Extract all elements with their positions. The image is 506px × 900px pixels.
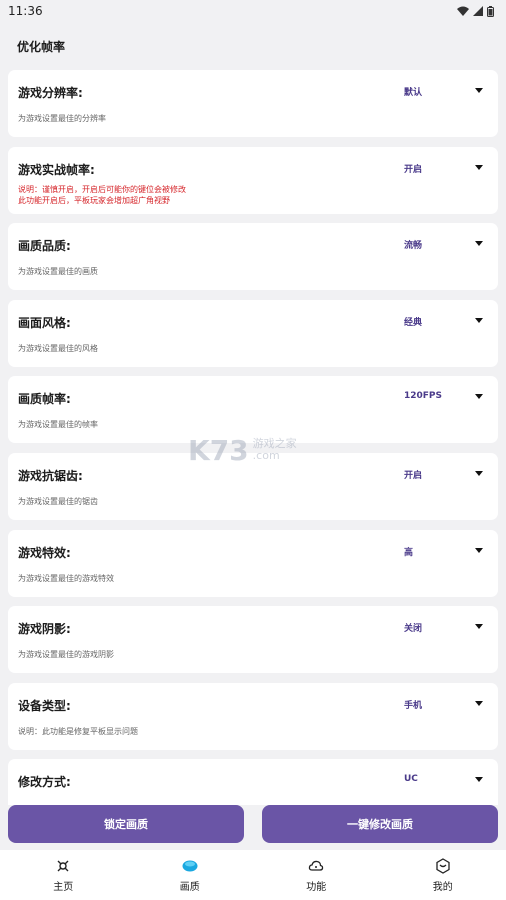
tab-profile[interactable]: 我的 bbox=[403, 857, 483, 893]
chevron-down-icon[interactable] bbox=[474, 162, 484, 172]
setting-warning: 说明：谨慎开启，开启后可能你的键位会被修改 此功能开启后，平板玩家会增加超广角视… bbox=[18, 184, 488, 206]
setting-value[interactable]: 关闭 bbox=[404, 621, 422, 634]
chevron-down-icon[interactable] bbox=[474, 621, 484, 631]
tab-label: 功能 bbox=[306, 881, 327, 893]
setting-effects[interactable]: 游戏特效: 为游戏设置最佳的游戏特效 高 bbox=[8, 529, 498, 597]
tab-function[interactable]: 功能 bbox=[276, 858, 356, 893]
setting-style[interactable]: 画面风格: 为游戏设置最佳的风格 经典 bbox=[8, 299, 498, 367]
chevron-down-icon[interactable] bbox=[474, 698, 484, 708]
status-bar: 11:36 bbox=[0, 0, 506, 22]
setting-antialiasing[interactable]: 游戏抗锯齿: 为游戏设置最佳的锯齿 开启 bbox=[8, 452, 498, 520]
chevron-down-icon[interactable] bbox=[474, 774, 484, 784]
status-time: 11:36 bbox=[8, 4, 43, 18]
setting-value[interactable]: 120FPS bbox=[404, 391, 442, 401]
bottom-tab-bar: 主页 画质 功能 我的 bbox=[0, 850, 506, 900]
setting-value[interactable]: 高 bbox=[404, 545, 413, 558]
tab-home[interactable]: 主页 bbox=[23, 858, 103, 893]
setting-resolution[interactable]: 游戏分辨率: 为游戏设置最佳的分辨率 默认 bbox=[8, 70, 498, 137]
setting-framerate[interactable]: 画质帧率: 为游戏设置最佳的帧率 120FPS bbox=[8, 376, 498, 444]
action-bar: 锁定画质 一键修改画质 bbox=[8, 805, 498, 843]
lock-quality-button[interactable]: 锁定画质 bbox=[8, 805, 244, 843]
setting-desc: 为游戏设置最佳的画质 bbox=[18, 267, 98, 277]
setting-combat-framerate[interactable]: 游戏实战帧率: 说明：谨慎开启，开启后可能你的键位会被修改 此功能开启后，平板玩… bbox=[8, 146, 498, 214]
setting-desc: 为游戏设置最佳的游戏特效 bbox=[18, 573, 114, 583]
tab-label: 画质 bbox=[179, 881, 200, 893]
setting-value[interactable]: 开启 bbox=[404, 162, 422, 175]
signal-icon bbox=[473, 6, 483, 16]
setting-value[interactable]: 流畅 bbox=[404, 238, 422, 251]
chevron-down-icon[interactable] bbox=[474, 545, 484, 555]
chevron-down-icon[interactable] bbox=[474, 238, 484, 248]
setting-shadow[interactable]: 游戏阴影: 为游戏设置最佳的游戏阴影 关闭 bbox=[8, 606, 498, 674]
setting-value[interactable]: 经典 bbox=[404, 315, 422, 328]
setting-quality[interactable]: 画质品质: 为游戏设置最佳的画质 流畅 bbox=[8, 223, 498, 291]
chevron-down-icon[interactable] bbox=[474, 391, 484, 401]
status-icons bbox=[457, 5, 494, 17]
setting-desc: 为游戏设置最佳的帧率 bbox=[18, 420, 98, 430]
battery-icon bbox=[487, 5, 494, 17]
setting-desc: 为游戏设置最佳的分辨率 bbox=[18, 114, 106, 123]
home-icon bbox=[57, 860, 69, 871]
tab-quality[interactable]: 画质 bbox=[150, 858, 230, 893]
chevron-down-icon[interactable] bbox=[474, 315, 484, 325]
setting-desc: 为游戏设置最佳的风格 bbox=[18, 343, 98, 353]
settings-list: 游戏分辨率: 为游戏设置最佳的分辨率 默认 游戏实战帧率: 说明：谨慎开启，开启… bbox=[8, 70, 498, 836]
function-icon bbox=[309, 860, 324, 871]
setting-value[interactable]: 默认 bbox=[404, 85, 422, 98]
warning-line-2: 此功能开启后，平板玩家会增加超广角视野 bbox=[18, 195, 170, 205]
setting-desc: 说明：此功能是修复平板显示问题 bbox=[18, 726, 138, 736]
chevron-down-icon[interactable] bbox=[474, 468, 484, 478]
warning-line-1: 说明：谨慎开启，开启后可能你的键位会被修改 bbox=[18, 184, 186, 194]
quality-icon bbox=[182, 860, 198, 871]
chevron-down-icon[interactable] bbox=[474, 85, 484, 95]
setting-device-type[interactable]: 设备类型: 说明：此功能是修复平板显示问题 手机 bbox=[8, 682, 498, 750]
setting-desc: 为游戏设置最佳的锯齿 bbox=[18, 496, 98, 506]
profile-icon bbox=[436, 857, 450, 874]
setting-value[interactable]: 手机 bbox=[404, 698, 422, 711]
tab-label: 主页 bbox=[53, 881, 74, 893]
setting-value[interactable]: 开启 bbox=[404, 468, 422, 481]
apply-quality-button[interactable]: 一键修改画质 bbox=[262, 805, 498, 843]
tab-label: 我的 bbox=[432, 881, 453, 893]
setting-desc: 为游戏设置最佳的游戏阴影 bbox=[18, 650, 114, 660]
setting-value[interactable]: UC bbox=[404, 774, 418, 784]
wifi-icon bbox=[457, 6, 469, 16]
setting-title: 游戏特效: bbox=[18, 545, 71, 560]
